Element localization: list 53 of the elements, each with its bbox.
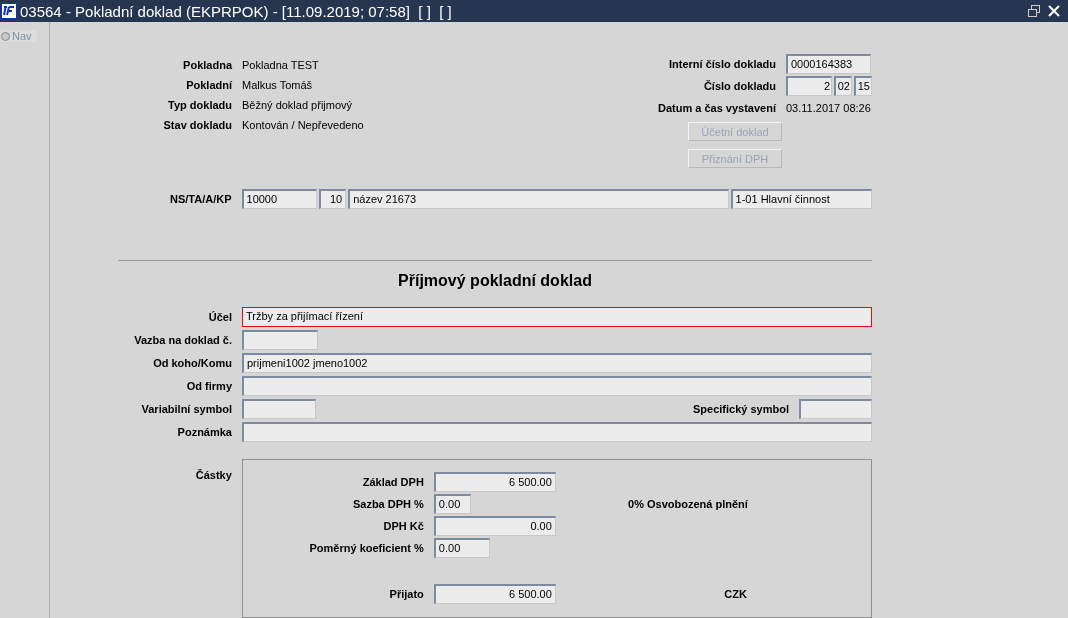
field-label: Přijato [388, 588, 424, 600]
field-label: Specifický symbol [692, 403, 789, 415]
field-label: Vazba na doklad č. [133, 334, 232, 346]
field-label: DPH Kč [382, 520, 424, 532]
amount-field[interactable]: 0.00 [433, 494, 471, 514]
field-label: Variabilní symbol [140, 403, 232, 415]
restore-icon[interactable] [1028, 5, 1040, 17]
section-heading: Příjmový pokladní doklad [397, 272, 593, 290]
field-label: Datum a čas vystavení [658, 102, 776, 114]
text-field[interactable]: prijmeni1002 jmeno1002 [242, 353, 872, 373]
field-value: Kontován / Nepřevedeno [242, 119, 364, 131]
text-field[interactable] [242, 399, 316, 419]
field-label: Od firmy [185, 380, 232, 392]
text-field[interactable] [799, 399, 872, 419]
text-field[interactable] [242, 330, 318, 350]
field-label: Typ dokladu [167, 99, 232, 111]
field-label: Poznámka [176, 426, 232, 438]
field-label: Pokladna [182, 59, 232, 71]
amount-field[interactable]: 6 500.00 [433, 472, 556, 492]
close-icon[interactable] [1048, 5, 1060, 17]
field-label: Stav dokladu [162, 119, 232, 131]
field-label: Základ DPH [361, 476, 424, 488]
account-field[interactable]: název 21673 [348, 189, 729, 209]
internal-number-field[interactable]: 0000164383 [786, 54, 871, 74]
field-label: Číslo dokladu [702, 80, 776, 92]
account-field[interactable]: 10 [319, 189, 347, 209]
field-note: 0% Osvobozená plnění [627, 498, 748, 510]
field-label: Sazba DPH % [351, 498, 424, 510]
text-field[interactable] [242, 376, 872, 396]
field-label: Částky [194, 468, 232, 483]
field-label: Od koho/Komu [152, 357, 232, 369]
account-field[interactable]: 1-01 Hlavní činnost [730, 189, 872, 209]
field-label: Interní číslo dokladu [668, 58, 776, 70]
field-label: Poměrný koeficient % [308, 542, 424, 554]
logo-icon [1, 3, 17, 19]
currency-label: CZK [723, 588, 747, 600]
field-value: Běžný doklad přijmový [242, 99, 354, 111]
amount-field[interactable]: 0.00 [433, 516, 556, 536]
field-value: Malkus Tomáš [242, 79, 314, 91]
text-field[interactable] [242, 422, 872, 442]
field-label: NS/TA/A/KP [169, 193, 232, 205]
field-value: Pokladna TEST [242, 59, 320, 71]
field-value: 03.11.2017 08:26 [786, 102, 872, 114]
field-label: Pokladní [185, 79, 232, 91]
document-number-field[interactable]: 02 [834, 76, 852, 96]
account-field[interactable]: 10000 [241, 189, 318, 209]
window-title: 03564 - Pokladní doklad (EKPRPOK) - [11.09.2019; 07:58] [ ] [ ] [20, 2, 453, 20]
document-number-field[interactable]: 2 [786, 76, 832, 96]
field-label: Účel [207, 311, 232, 323]
amount-field[interactable]: 6 500.00 [433, 584, 556, 604]
document-number-field[interactable]: 15 [854, 76, 872, 96]
amount-field[interactable]: 0.00 [433, 538, 490, 558]
text-field[interactable]: Tržby za přijímací řízení [242, 307, 872, 327]
